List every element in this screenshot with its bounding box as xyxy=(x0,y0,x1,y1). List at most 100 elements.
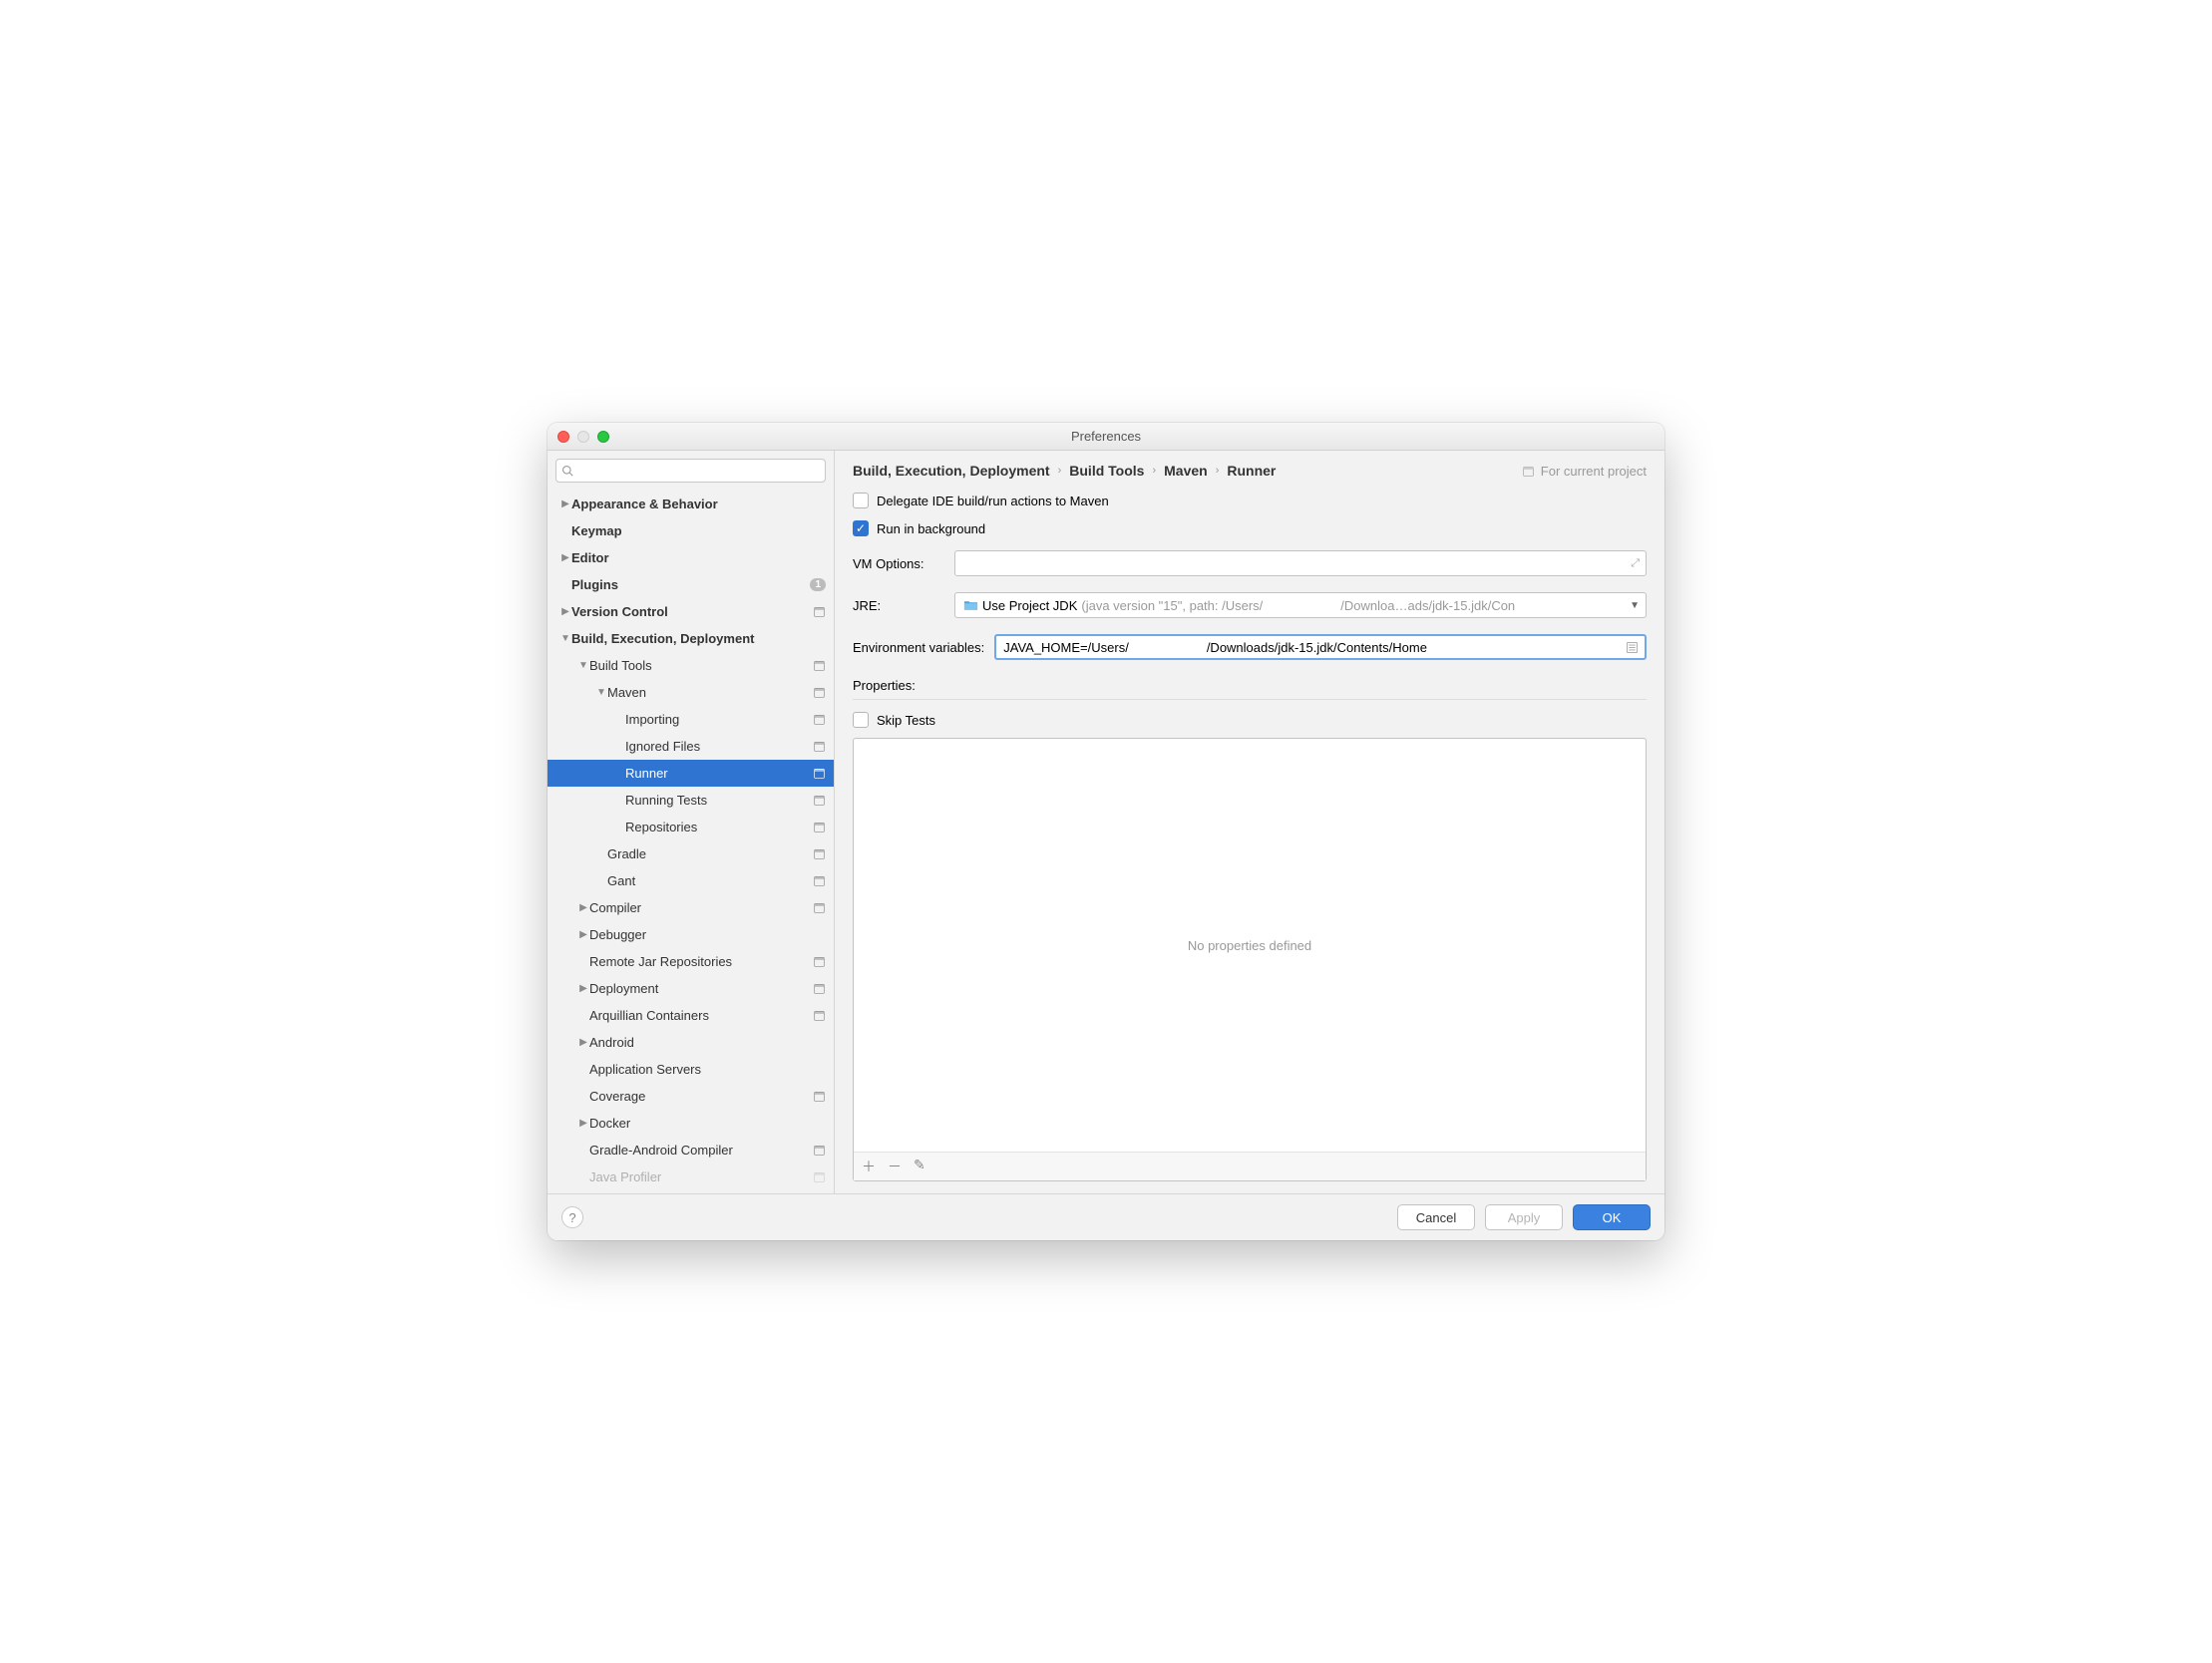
tree-item-running-tests[interactable]: ▶Running Tests xyxy=(548,787,834,814)
folder-icon xyxy=(963,599,978,611)
ok-button[interactable]: OK xyxy=(1573,1204,1651,1230)
tree-item-compiler[interactable]: ▶Compiler xyxy=(548,894,834,921)
tree-item-debugger[interactable]: ▶Debugger xyxy=(548,921,834,948)
project-icon xyxy=(813,1090,826,1103)
vm-options-row: VM Options: ⤢ xyxy=(853,550,1647,576)
tree-item-version-control[interactable]: ▶Version Control xyxy=(548,598,834,625)
crumb-maven[interactable]: Maven xyxy=(1164,463,1208,479)
checkbox-checked-icon[interactable]: ✓ xyxy=(853,520,869,536)
chevron-right-icon: ▶ xyxy=(577,983,589,994)
tree-item-repositories[interactable]: ▶Repositories xyxy=(548,814,834,840)
project-icon xyxy=(1522,465,1535,478)
properties-empty-text: No properties defined xyxy=(854,739,1646,1152)
project-icon xyxy=(813,767,826,780)
project-icon xyxy=(813,605,826,618)
tree-item-java-profiler[interactable]: ▶Java Profiler xyxy=(548,1164,834,1190)
chevron-right-icon: ▶ xyxy=(559,552,571,563)
remove-icon[interactable]: － xyxy=(888,1157,902,1176)
form-body: Delegate IDE build/run actions to Maven … xyxy=(835,487,1664,1193)
chevron-right-icon: ▶ xyxy=(577,902,589,913)
project-icon xyxy=(813,686,826,699)
tree-item-application-servers[interactable]: ▶Application Servers xyxy=(548,1056,834,1083)
jre-value-prefix: Use Project JDK xyxy=(982,598,1077,613)
tree-item-label: Gant xyxy=(607,873,809,888)
crumb-build-execution-deployment[interactable]: Build, Execution, Deployment xyxy=(853,463,1050,479)
tree-item-label: Importing xyxy=(625,712,809,727)
tree-item-coverage[interactable]: ▶Coverage xyxy=(548,1083,834,1110)
chevron-down-icon: ▼ xyxy=(559,633,571,644)
apply-button[interactable]: Apply xyxy=(1485,1204,1563,1230)
tree-item-label: Deployment xyxy=(589,981,809,996)
tree-item-label: Application Servers xyxy=(589,1062,826,1077)
project-icon xyxy=(813,821,826,833)
tree-item-label: Arquillian Containers xyxy=(589,1008,809,1023)
expand-icon[interactable]: ⤢ xyxy=(1631,557,1640,570)
delegate-checkbox-row[interactable]: Delegate IDE build/run actions to Maven xyxy=(853,493,1647,508)
chevron-right-icon: › xyxy=(1152,465,1156,477)
skip-tests-checkbox-row[interactable]: Skip Tests xyxy=(853,712,1647,728)
update-badge: 1 xyxy=(810,578,826,591)
jre-dropdown[interactable]: Use Project JDK (java version "15", path… xyxy=(954,592,1647,618)
search-wrap xyxy=(548,451,834,491)
tree-item-label: Coverage xyxy=(589,1089,809,1104)
chevron-right-icon: ▶ xyxy=(559,606,571,617)
crumb-build-tools[interactable]: Build Tools xyxy=(1069,463,1144,479)
run-in-background-checkbox-row[interactable]: ✓ Run in background xyxy=(853,520,1647,536)
cancel-button[interactable]: Cancel xyxy=(1397,1204,1475,1230)
settings-tree[interactable]: ▶Appearance & Behavior▶Keymap▶Editor▶Plu… xyxy=(548,491,834,1193)
skip-tests-label: Skip Tests xyxy=(877,713,935,728)
edit-icon[interactable]: ✎ xyxy=(914,1157,925,1176)
chevron-down-icon: ▼ xyxy=(1630,600,1640,611)
tree-item-ignored-files[interactable]: ▶Ignored Files xyxy=(548,733,834,760)
tree-item-build-tools[interactable]: ▼Build Tools xyxy=(548,652,834,679)
checkbox-unchecked-icon[interactable] xyxy=(853,712,869,728)
window-title: Preferences xyxy=(548,429,1664,444)
tree-item-label: Maven xyxy=(607,685,809,700)
list-icon[interactable] xyxy=(1626,641,1639,654)
tree-item-label: Runner xyxy=(625,766,809,781)
help-button[interactable]: ? xyxy=(561,1206,583,1228)
tree-item-label: Ignored Files xyxy=(625,739,809,754)
properties-label: Properties: xyxy=(853,678,1647,693)
vm-options-input[interactable]: ⤢ xyxy=(954,550,1647,576)
project-icon xyxy=(813,847,826,860)
tree-item-appearance-behavior[interactable]: ▶Appearance & Behavior xyxy=(548,491,834,517)
divider xyxy=(853,699,1647,700)
project-icon xyxy=(813,1170,826,1183)
delegate-label: Delegate IDE build/run actions to Maven xyxy=(877,494,1109,508)
tree-item-keymap[interactable]: ▶Keymap xyxy=(548,517,834,544)
project-icon xyxy=(813,740,826,753)
project-icon xyxy=(813,982,826,995)
tree-item-gradle[interactable]: ▶Gradle xyxy=(548,840,834,867)
project-icon xyxy=(813,901,826,914)
tree-item-label: Remote Jar Repositories xyxy=(589,954,809,969)
tree-item-label: Android xyxy=(589,1035,826,1050)
chevron-right-icon: ▶ xyxy=(577,929,589,940)
tree-item-build-execution-deployment[interactable]: ▼Build, Execution, Deployment xyxy=(548,625,834,652)
tree-item-label: Appearance & Behavior xyxy=(571,497,826,511)
jre-label: JRE: xyxy=(853,598,944,613)
tree-item-remote-jar-repositories[interactable]: ▶Remote Jar Repositories xyxy=(548,948,834,975)
env-vars-input[interactable]: JAVA_HOME=/Users//Downloads/jdk-15.jdk/C… xyxy=(994,634,1647,660)
chevron-right-icon: ▶ xyxy=(577,1118,589,1129)
tree-item-android[interactable]: ▶Android xyxy=(548,1029,834,1056)
tree-item-arquillian-containers[interactable]: ▶Arquillian Containers xyxy=(548,1002,834,1029)
tree-item-label: Keymap xyxy=(571,523,826,538)
search-input[interactable] xyxy=(555,459,826,483)
project-icon xyxy=(813,955,826,968)
tree-item-plugins[interactable]: ▶Plugins1 xyxy=(548,571,834,598)
checkbox-unchecked-icon[interactable] xyxy=(853,493,869,508)
tree-item-editor[interactable]: ▶Editor xyxy=(548,544,834,571)
tree-item-deployment[interactable]: ▶Deployment xyxy=(548,975,834,1002)
tree-item-gradle-android-compiler[interactable]: ▶Gradle-Android Compiler xyxy=(548,1137,834,1164)
tree-item-importing[interactable]: ▶Importing xyxy=(548,706,834,733)
tree-item-maven[interactable]: ▼Maven xyxy=(548,679,834,706)
tree-item-label: Build, Execution, Deployment xyxy=(571,631,826,646)
properties-table: No properties defined ＋ － ✎ xyxy=(853,738,1647,1181)
env-vars-row: Environment variables: JAVA_HOME=/Users/… xyxy=(853,634,1647,660)
content-area: ▶Appearance & Behavior▶Keymap▶Editor▶Plu… xyxy=(548,451,1664,1193)
add-icon[interactable]: ＋ xyxy=(862,1157,876,1176)
tree-item-docker[interactable]: ▶Docker xyxy=(548,1110,834,1137)
tree-item-runner[interactable]: ▶Runner xyxy=(548,760,834,787)
tree-item-gant[interactable]: ▶Gant xyxy=(548,867,834,894)
